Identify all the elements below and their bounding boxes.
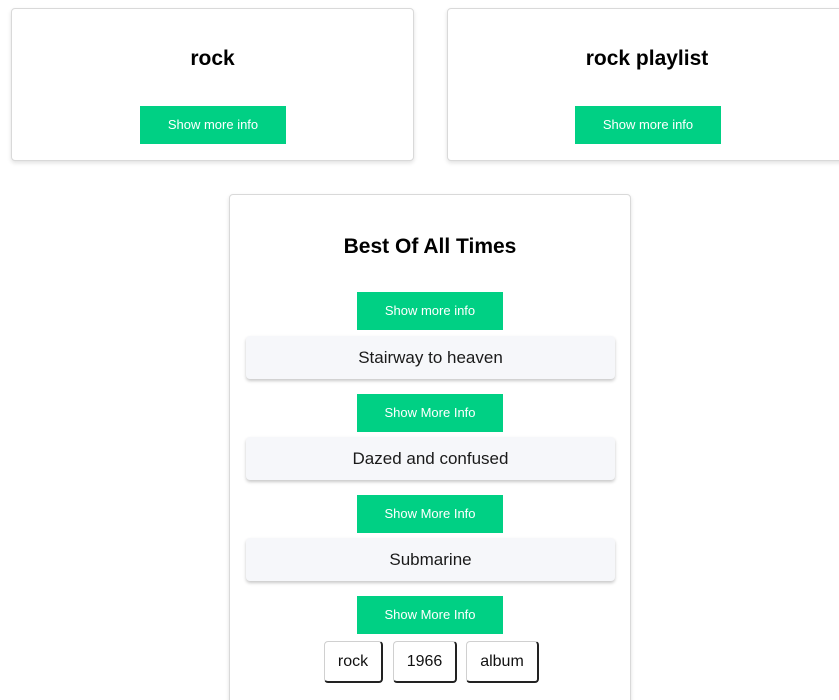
card-title: rock <box>190 47 235 70</box>
playlist-card-best-of-all-times: Best Of All Times Show more info Stairwa… <box>229 194 631 700</box>
show-more-info-button[interactable]: Show more info <box>140 106 286 144</box>
tag-1966[interactable]: 1966 <box>393 641 457 683</box>
card-title: rock playlist <box>585 47 709 70</box>
song-show-more-info-button[interactable]: Show More Info <box>357 596 503 634</box>
song-item-submarine[interactable]: Submarine <box>246 538 615 581</box>
song-item-stairway-to-heaven[interactable]: Stairway to heaven <box>246 336 615 379</box>
song-item-dazed-and-confused[interactable]: Dazed and confused <box>246 437 615 480</box>
song-show-more-info-button[interactable]: Show More Info <box>357 495 503 533</box>
show-more-info-button[interactable]: Show more info <box>357 292 503 330</box>
page: rock Show more info rock playlist Show m… <box>0 0 839 700</box>
playlist-card-rock-playlist: rock playlist Show more info <box>447 8 839 161</box>
song-show-more-info-button[interactable]: Show More Info <box>357 394 503 432</box>
show-more-info-button[interactable]: Show more info <box>575 106 721 144</box>
card-title: Best Of All Times <box>343 235 517 258</box>
tag-rock[interactable]: rock <box>324 641 383 683</box>
genre-card-rock: rock Show more info <box>11 8 414 161</box>
tag-album[interactable]: album <box>466 641 539 683</box>
